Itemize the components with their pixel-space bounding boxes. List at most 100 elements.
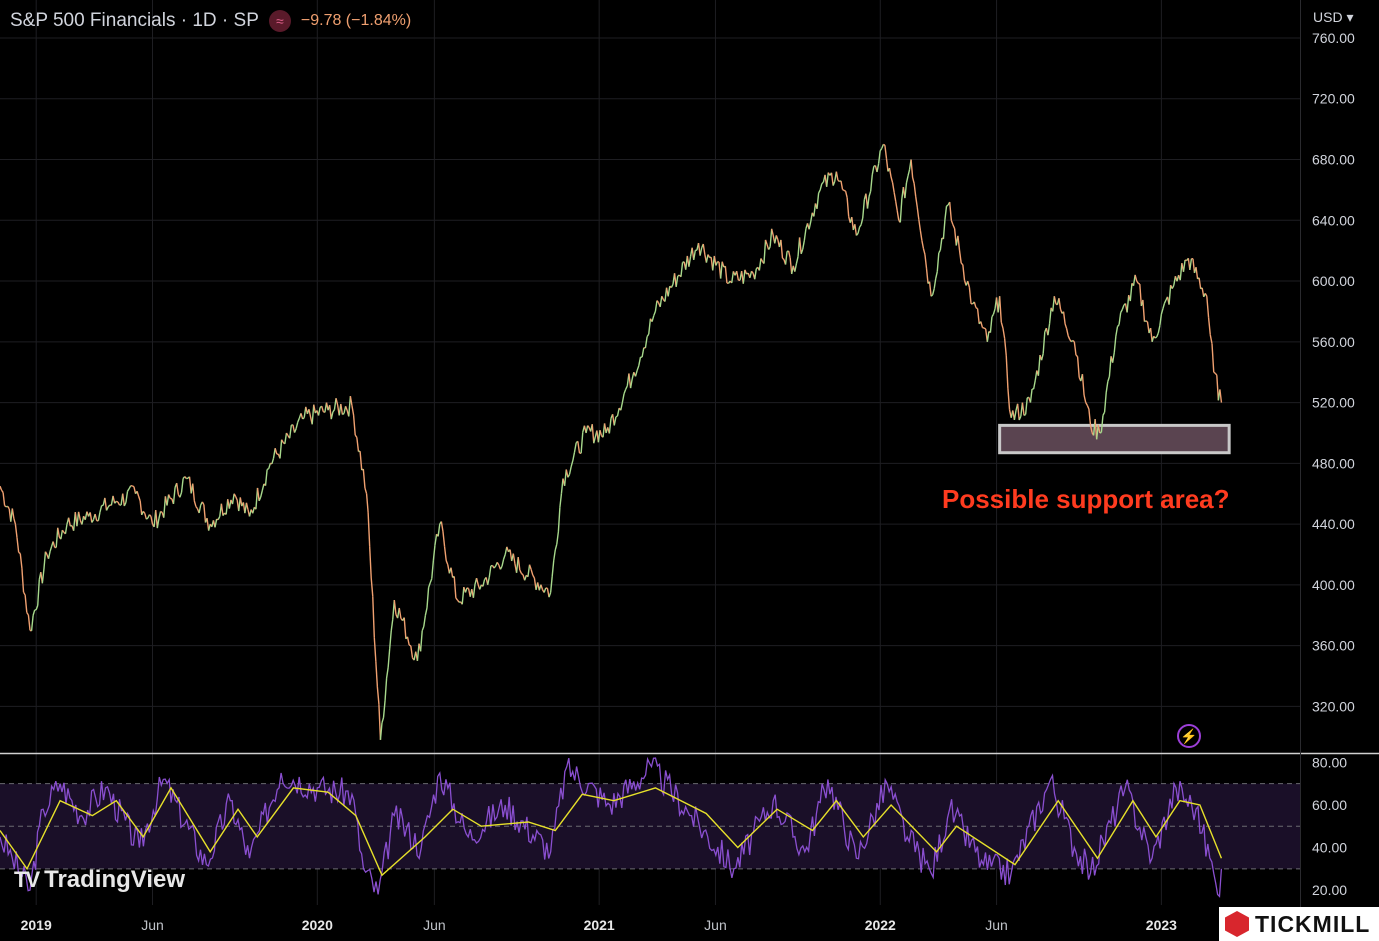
price-segment [858, 224, 862, 228]
price-segment [1211, 343, 1215, 373]
price-segment [933, 278, 937, 289]
price-segment [1065, 328, 1069, 336]
price-segment [256, 487, 260, 501]
time-tick-label: 2023 [1146, 917, 1177, 933]
price-segment [935, 271, 938, 279]
price-segment [137, 496, 141, 502]
price-segment [854, 224, 858, 236]
price-segment [1113, 336, 1117, 353]
price-segment [548, 592, 552, 598]
price-segment [693, 250, 697, 260]
price-segment [2, 492, 6, 506]
price-segment [1204, 292, 1208, 297]
price-segment [354, 434, 358, 438]
price-segment [443, 546, 447, 561]
price-segment [7, 505, 10, 510]
price-segment [351, 405, 355, 416]
price-segment [1024, 397, 1028, 415]
price-segment [1076, 356, 1080, 378]
price-segment [1137, 282, 1141, 285]
price-segment [893, 192, 897, 202]
price-segment [375, 661, 379, 687]
price-segment [431, 560, 435, 579]
price-segment [1053, 296, 1057, 304]
price-change: −9.78 (−1.84%) [300, 12, 412, 29]
price-segment [784, 251, 788, 265]
price-segment [928, 281, 932, 297]
price-segment [1003, 338, 1007, 356]
price-segment [442, 531, 446, 547]
price-segment [416, 643, 420, 661]
price-segment [1149, 327, 1153, 342]
price-segment [32, 609, 36, 616]
price-segment [367, 512, 371, 547]
price-segment [1216, 375, 1220, 401]
price-segment [453, 576, 457, 598]
rsi-tick-label: 20.00 [1312, 882, 1347, 898]
price-segment [715, 261, 719, 266]
symbol-title[interactable]: S&P 500 Financials · 1D · SP [10, 10, 259, 32]
price-segment [907, 169, 911, 177]
chart-canvas[interactable]: 320.00 360.00 400.00 440.00 480.00 520.00 560.… [0, 0, 1379, 941]
price-segment [424, 607, 428, 616]
time-tick-label: 2019 [21, 917, 52, 933]
price-segment [585, 425, 589, 434]
price-segment [1121, 304, 1125, 310]
price-segment [1040, 353, 1044, 361]
price-segment [802, 240, 806, 250]
price-segment [950, 220, 954, 226]
rsi-panel [0, 756, 1300, 898]
price-segment [1029, 388, 1033, 403]
price-segment [166, 494, 170, 506]
price-segment [184, 476, 187, 479]
price-segment [840, 180, 844, 190]
price-segment [264, 469, 268, 486]
price-segment [1209, 334, 1213, 344]
price-segment [991, 313, 995, 318]
price-tick-label: 400.00 [1312, 577, 1355, 593]
price-segment [899, 198, 903, 223]
price-segment [260, 490, 264, 498]
price-segment [857, 226, 861, 234]
price-segment [654, 300, 658, 312]
price-segment [252, 507, 256, 514]
price-segment [862, 199, 866, 219]
price-segment [1126, 295, 1130, 313]
price-segment [916, 206, 920, 220]
wave-icon[interactable]: ≈ [268, 10, 291, 32]
price-segment [885, 158, 889, 172]
price-segment [385, 667, 389, 679]
price-segment [942, 219, 946, 239]
rsi-tick-label: 40.00 [1312, 840, 1347, 856]
price-segment [245, 502, 249, 510]
price-tick-label: 360.00 [1312, 638, 1355, 654]
price-segment [128, 485, 132, 489]
price-tick-label: 600.00 [1312, 273, 1355, 289]
price-segment [891, 182, 895, 193]
price-segment [426, 587, 430, 609]
price-segment [1023, 413, 1026, 417]
price-segment [47, 551, 51, 559]
price-segment [835, 171, 839, 181]
time-tick-label: 2022 [865, 917, 896, 933]
price-segment [524, 575, 527, 581]
currency-selector[interactable]: USD ▾ [1313, 9, 1353, 26]
time-tick-label: Jun [704, 917, 727, 933]
price-segment [1213, 371, 1216, 374]
price-segment [1182, 259, 1186, 272]
lightning-icon[interactable]: ⚡ [1177, 724, 1201, 748]
price-segment [1195, 267, 1199, 279]
price-segment [530, 569, 534, 576]
price-segment [37, 579, 40, 606]
price-segment [670, 284, 674, 288]
price-segment [125, 491, 129, 503]
price-segment [461, 587, 465, 605]
price-segment [1073, 341, 1077, 356]
price-segment [868, 190, 872, 197]
price-tick-label: 680.00 [1312, 152, 1355, 168]
price-segment [1201, 287, 1205, 298]
price-segment [1189, 258, 1193, 271]
price-segment [300, 413, 304, 420]
price-segment [573, 442, 577, 453]
price-segment [1134, 274, 1138, 282]
